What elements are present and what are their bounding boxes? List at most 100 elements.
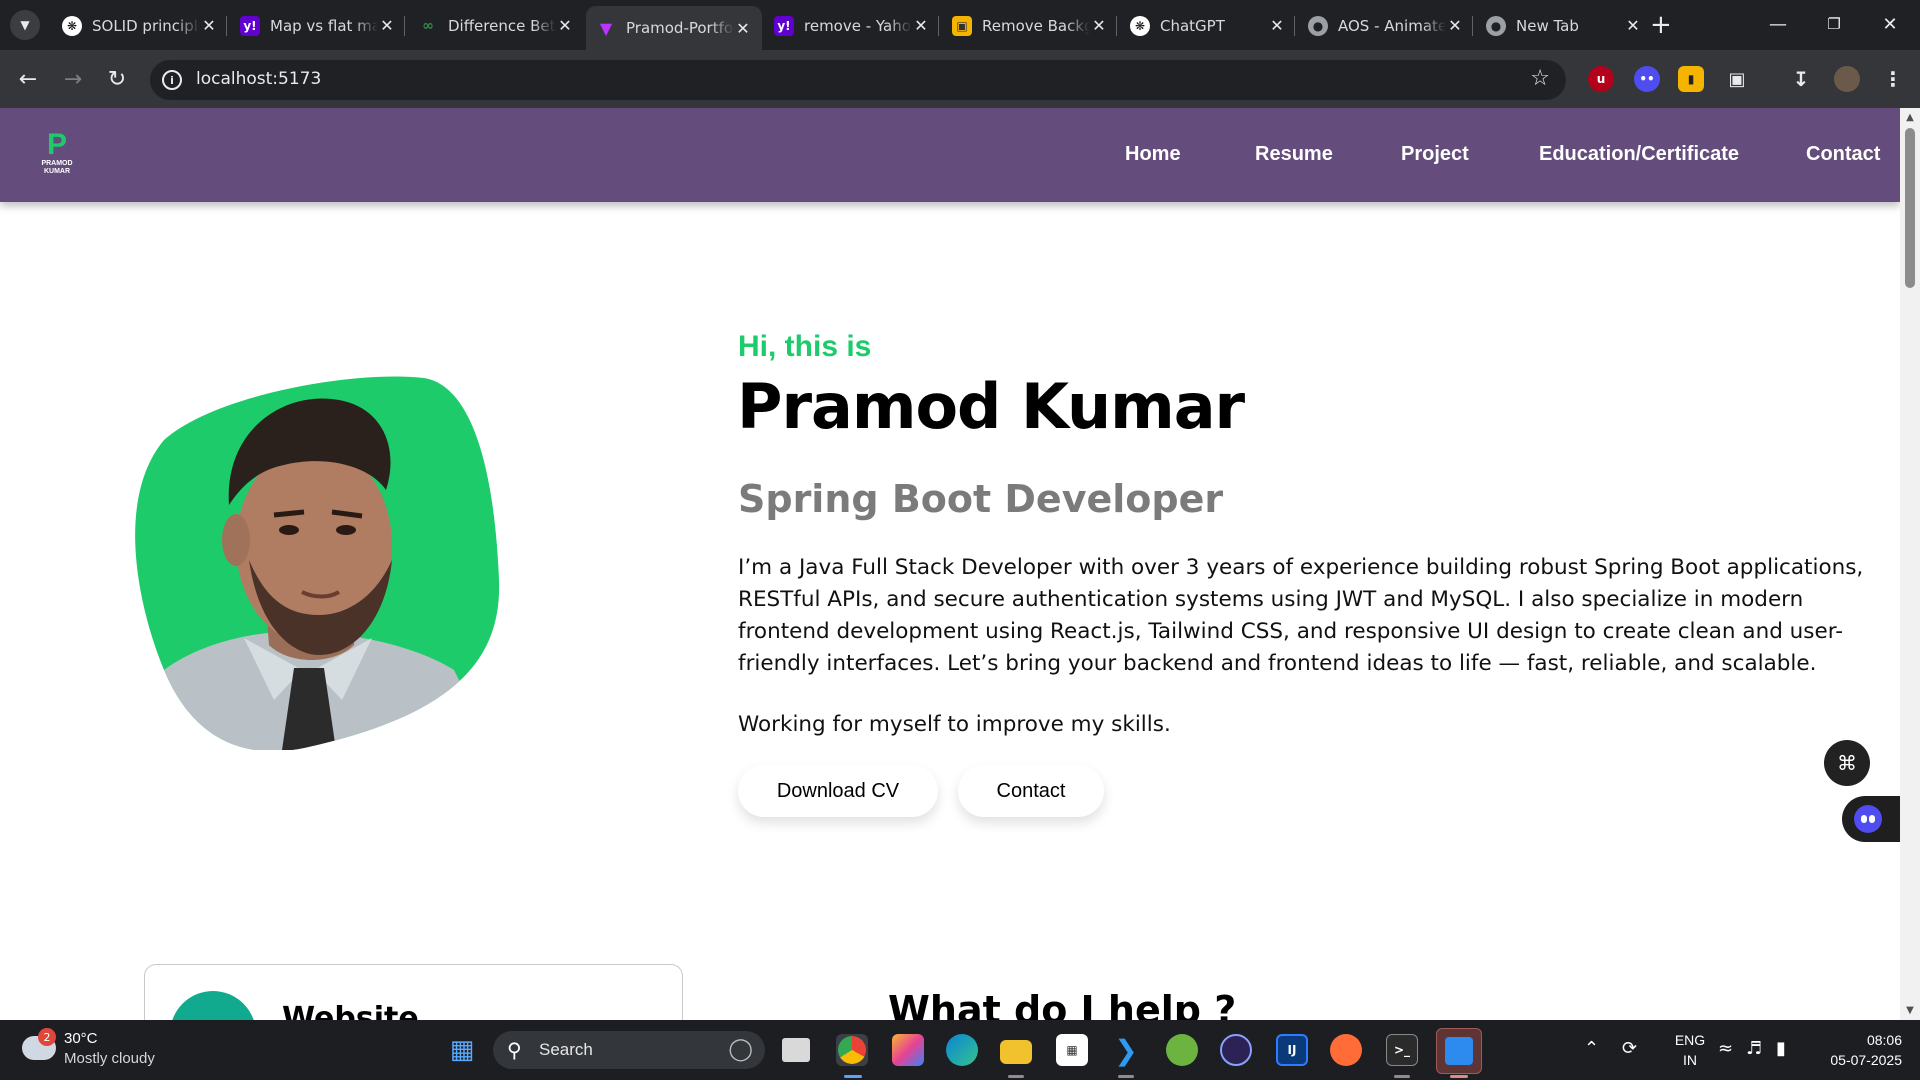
removebg-icon: ▣: [952, 15, 972, 36]
open-app-indicator: [1118, 1075, 1134, 1078]
wifi-icon[interactable]: ≈: [1718, 1038, 1733, 1059]
assistant-face-icon: [1854, 805, 1882, 833]
browser-tab-active[interactable]: ▼ Pramod-Portfolio ✕: [586, 6, 762, 50]
close-tab-icon[interactable]: ✕: [1090, 16, 1108, 35]
tab-title: ChatGPT: [1160, 16, 1225, 35]
chatgpt-icon: ❋: [1130, 15, 1150, 36]
nav-link-home[interactable]: Home: [1125, 143, 1181, 166]
tab-search-chevron-icon[interactable]: ▼: [10, 10, 40, 40]
hero-name: Pramod Kumar: [737, 370, 1245, 443]
password-extension-icon[interactable]: ▮: [1678, 66, 1704, 92]
download-icon[interactable]: ↧: [1788, 66, 1814, 92]
close-tab-icon[interactable]: ✕: [734, 19, 752, 38]
minimize-icon[interactable]: —: [1758, 6, 1798, 42]
browser-tab[interactable]: ● AOS - Animate ✕: [1298, 7, 1474, 44]
weather-desc[interactable]: Mostly cloudy: [64, 1050, 155, 1067]
tab-title: Remove Background: [982, 16, 1090, 35]
nav-link-project[interactable]: Project: [1401, 143, 1469, 166]
close-tab-icon[interactable]: ✕: [200, 16, 218, 35]
chatgpt-icon: ❋: [62, 15, 82, 36]
geeksforgeeks-icon: ∞: [422, 17, 434, 34]
edge-icon[interactable]: [946, 1034, 978, 1066]
new-tab-plus-icon[interactable]: +: [1650, 10, 1672, 40]
battery-icon[interactable]: ▮: [1776, 1038, 1786, 1059]
scrollbar-thumb[interactable]: [1905, 128, 1915, 288]
site-info-icon[interactable]: i: [162, 70, 182, 90]
page-scrollbar[interactable]: ▲ ▼: [1900, 108, 1920, 1020]
active-app-indicator: [1450, 1075, 1468, 1078]
nav-link-education-certificate[interactable]: Education/Certificate: [1539, 143, 1739, 166]
browser-menu-icon[interactable]: ⋮: [1880, 66, 1906, 92]
scroll-down-arrow-icon[interactable]: ▼: [1904, 1005, 1916, 1016]
close-tab-icon[interactable]: ✕: [912, 16, 930, 35]
reload-icon[interactable]: ↻: [102, 64, 132, 94]
address-bar[interactable]: i localhost:5173 ☆: [150, 60, 1566, 100]
grid-shortcut-icon[interactable]: ⌘: [1824, 740, 1870, 786]
clock-date[interactable]: 05-07-2025: [1812, 1052, 1902, 1068]
bookmark-star-icon[interactable]: ☆: [1530, 66, 1550, 91]
browser-tab-strip: ▼ ❋ SOLID principles ✕ y! Map vs flat ma…: [0, 0, 1920, 50]
close-tab-icon[interactable]: ✕: [1446, 16, 1464, 35]
logo-line-2: KUMAR: [43, 168, 71, 175]
scroll-up-arrow-icon[interactable]: ▲: [1904, 112, 1916, 123]
tab-divider: [1294, 16, 1295, 36]
show-hidden-icons-chevron-icon[interactable]: ⌃: [1584, 1038, 1599, 1059]
browser-tab[interactable]: ● New Tab ✕: [1476, 7, 1652, 44]
close-tab-icon[interactable]: ✕: [378, 16, 396, 35]
windows-start-icon[interactable]: ▦: [446, 1034, 478, 1066]
forward-arrow-icon[interactable]: →: [58, 64, 88, 94]
close-tab-icon[interactable]: ✕: [1268, 16, 1286, 35]
url-text[interactable]: localhost:5173: [196, 69, 321, 89]
clock-time[interactable]: 08:06: [1812, 1032, 1902, 1048]
tab-title: SOLID principles: [92, 16, 200, 35]
browser-toolbar: ← → ↻ i localhost:5173 ☆ u •• ▮ ▣ ↧ ⋮: [0, 50, 1920, 108]
chrome-icon: [838, 1036, 866, 1064]
assistant-extension-icon[interactable]: ••: [1634, 66, 1660, 92]
microsoft-store-icon[interactable]: ▦: [1056, 1034, 1088, 1066]
restore-icon[interactable]: ❐: [1814, 6, 1854, 42]
close-window-icon[interactable]: ✕: [1870, 6, 1910, 42]
browser-tab[interactable]: y! Map vs flat map ✕: [230, 7, 406, 44]
close-tab-icon[interactable]: ✕: [556, 16, 574, 35]
open-app-indicator: [1008, 1075, 1024, 1078]
tab-title: Pramod-Portfolio: [626, 19, 734, 37]
browser-tab[interactable]: ∞ Difference Between ✕: [408, 7, 584, 44]
ublock-extension-icon[interactable]: u: [1588, 66, 1614, 92]
volume-icon[interactable]: ♬: [1746, 1038, 1762, 1059]
back-arrow-icon[interactable]: ←: [13, 64, 43, 94]
sync-icon[interactable]: ⟳: [1622, 1038, 1637, 1059]
site-logo[interactable]: P PRAMOD KUMAR: [36, 130, 78, 180]
weather-temp[interactable]: 30°C: [64, 1030, 98, 1047]
eclipse-icon[interactable]: [1220, 1034, 1252, 1066]
browser-tab[interactable]: ❋ ChatGPT ✕: [1120, 7, 1296, 44]
terminal-icon[interactable]: >_: [1386, 1034, 1418, 1066]
paint-app-taskbar-button[interactable]: [1436, 1028, 1482, 1074]
copilot-icon[interactable]: [892, 1034, 924, 1066]
extensions-puzzle-icon[interactable]: ▣: [1724, 66, 1750, 92]
file-explorer-icon[interactable]: [1000, 1040, 1032, 1064]
contact-button[interactable]: Contact: [958, 765, 1104, 817]
tab-divider: [1472, 16, 1473, 36]
download-cv-button[interactable]: Download CV: [738, 765, 938, 817]
assistant-floating-button[interactable]: [1842, 796, 1900, 842]
browser-tab[interactable]: ❋ SOLID principles ✕: [52, 7, 228, 44]
intellij-icon[interactable]: IJ: [1276, 1034, 1308, 1066]
taskbar-search[interactable]: ⚲ Search ◯: [493, 1031, 765, 1069]
globe-icon: ●: [1486, 15, 1506, 36]
region-indicator[interactable]: IN: [1668, 1052, 1712, 1068]
language-indicator[interactable]: ENG: [1668, 1032, 1712, 1048]
vscode-icon[interactable]: ❯: [1110, 1034, 1142, 1067]
nav-link-resume[interactable]: Resume: [1255, 143, 1333, 166]
tab-divider: [938, 16, 939, 36]
service-card-website[interactable]: Website: [144, 964, 683, 1020]
spring-tool-suite-icon[interactable]: [1166, 1034, 1198, 1066]
windows-taskbar: 2 30°C Mostly cloudy ▦ ⚲ Search ◯ ▦ ❯ IJ…: [0, 1020, 1920, 1080]
nav-link-contact[interactable]: Contact: [1806, 143, 1880, 166]
browser-tab[interactable]: ▣ Remove Background ✕: [942, 7, 1118, 44]
postman-icon[interactable]: [1330, 1034, 1362, 1066]
close-tab-icon[interactable]: ✕: [1624, 16, 1642, 35]
task-view-icon[interactable]: [782, 1038, 810, 1062]
chrome-taskbar-button[interactable]: [836, 1034, 868, 1066]
browser-tab[interactable]: y! remove - Yahoo ✕: [764, 7, 940, 44]
profile-avatar[interactable]: [1834, 66, 1860, 92]
